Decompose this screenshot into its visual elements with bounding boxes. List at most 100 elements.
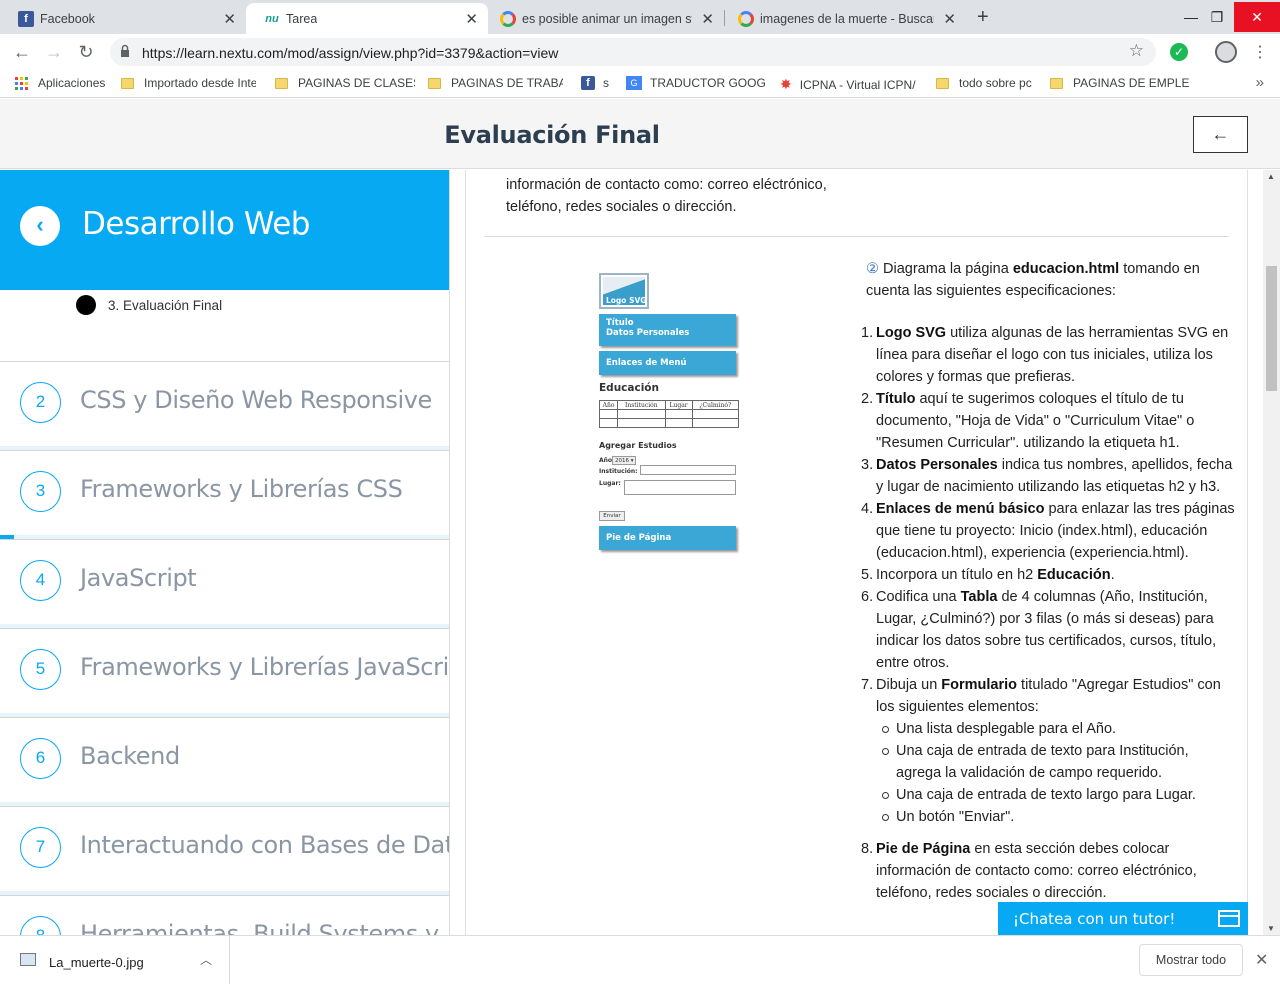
facebook-icon: f xyxy=(581,76,595,90)
tab-title: es posible animar un imagen svg xyxy=(522,11,692,26)
module-item[interactable]: 5 Frameworks y Librerías JavaScript xyxy=(0,628,449,719)
list-item: 3. Datos Personales indica tus nombres, a… xyxy=(861,457,1233,495)
bookmark-apps[interactable]: Aplicaciones xyxy=(15,76,115,90)
folder-icon xyxy=(121,77,134,89)
list-item: 8. Pie de Página en esta sección debes co… xyxy=(861,841,1197,901)
module-item[interactable]: 7 Interactuando con Bases de Datos xyxy=(0,806,450,897)
tab-facebook[interactable]: f Facebook ✕ xyxy=(0,3,246,34)
course-header: ‹ Desarrollo Web xyxy=(0,170,449,290)
chevron-more-icon[interactable]: » xyxy=(1256,74,1264,91)
download-item[interactable]: La_muerte-0.jpg ︿ xyxy=(0,936,230,984)
tab-tarea[interactable]: nu Tarea ✕ xyxy=(246,3,488,34)
module-item[interactable]: 3 Frameworks y Librerías CSS xyxy=(0,450,449,541)
bookmark-facebook[interactable]: f s xyxy=(581,76,616,90)
module-number-badge: 8 xyxy=(20,916,61,935)
module-name: Frameworks y Librerías CSS xyxy=(80,475,403,503)
reload-icon[interactable]: ↻ xyxy=(74,40,98,64)
scroll-down-icon[interactable]: ▼ xyxy=(1267,924,1275,933)
address-bar[interactable]: https://learn.nextu.com/mod/assign/view.… xyxy=(110,38,1156,66)
folder-icon xyxy=(1050,77,1063,89)
module-number-badge: 7 xyxy=(20,827,61,868)
module-item[interactable]: 2 CSS y Diseño Web Responsive xyxy=(0,361,449,452)
lock-icon xyxy=(121,44,129,57)
browser-toolbar: ← → ↻ https://learn.nextu.com/mod/assign… xyxy=(0,34,1280,70)
new-tab-button[interactable]: + xyxy=(977,6,989,29)
url-text: https://learn.nextu.com/mod/assign/view.… xyxy=(142,45,559,61)
close-icon[interactable]: ✕ xyxy=(1255,950,1268,970)
image-file-icon xyxy=(20,953,36,966)
tab-title: Facebook xyxy=(40,11,95,26)
chevron-up-icon[interactable]: ︿ xyxy=(200,951,212,968)
bookmark-folder[interactable]: PAGINAS DE EMPLEO xyxy=(1050,76,1190,90)
sub-list-item: Un botón "Enviar". xyxy=(882,806,1236,828)
back-arrow-icon[interactable]: ← xyxy=(10,40,34,64)
module-name: Interactuando con Bases de Datos xyxy=(80,831,450,859)
chat-label: ¡Chatea con un tutor! xyxy=(1013,910,1176,928)
diagram-label: Institución: xyxy=(599,468,638,475)
list-item: 6. Codifica una Tabla de 4 columnas (Año,… xyxy=(861,589,1217,671)
window-close-button[interactable]: ✕ xyxy=(1234,2,1280,32)
bookmark-folder[interactable]: todo sobre pc xyxy=(936,76,1046,90)
close-icon[interactable]: ✕ xyxy=(223,10,236,28)
back-button[interactable]: ← xyxy=(1193,116,1248,153)
diagram-logo: Logo SVG xyxy=(599,273,649,309)
nu-icon: nu xyxy=(265,13,279,25)
lesson-label: 3. Evaluación Final xyxy=(108,297,223,313)
module-number-badge: 4 xyxy=(20,560,61,601)
course-sidebar: ‹ Desarrollo Web 3. Evaluación Final 2 CS… xyxy=(0,170,450,935)
module-number-badge: 3 xyxy=(20,471,61,512)
page-title: Evaluación Final xyxy=(444,121,660,149)
bookmark-star-icon[interactable]: ☆ xyxy=(1129,41,1144,61)
star-logo-icon: ✸ xyxy=(780,76,792,92)
close-icon[interactable]: ✕ xyxy=(701,10,714,28)
page-header: Evaluación Final ← xyxy=(0,99,1280,169)
diagram-label: Lugar: xyxy=(599,480,621,487)
extension-check-icon[interactable]: ✓ xyxy=(1170,43,1188,61)
show-all-button[interactable]: Mostrar todo xyxy=(1139,944,1243,976)
profile-avatar[interactable] xyxy=(1215,41,1237,63)
instructions-intro: ② Diagrama la página educacion.html toma… xyxy=(866,261,1200,299)
instructions-list: 1. Logo SVG utiliza algunas de las herram… xyxy=(861,322,1236,904)
diagram-year-select: 2016 ▾ xyxy=(612,456,636,465)
diagram-form-title: Agregar Estudios xyxy=(599,441,677,450)
translate-icon: G xyxy=(626,76,642,90)
bookmark-translator[interactable]: G TRADUCTOR GOOGL xyxy=(626,76,766,90)
browser-menu-icon[interactable]: ⋮ xyxy=(1252,42,1268,62)
wireframe-diagram: Logo SVG Título Datos Personales Enlaces… xyxy=(596,270,756,570)
list-item: 4. Enlaces de menú básico para enlazar la… xyxy=(861,501,1235,561)
main-content: información de contacto como: correo elé… xyxy=(451,170,1263,935)
current-lesson[interactable]: 3. Evaluación Final xyxy=(76,290,222,320)
module-name: CSS y Diseño Web Responsive xyxy=(80,386,432,414)
diagram-menu-box: Enlaces de Menú xyxy=(599,351,736,375)
forward-arrow-icon[interactable]: → xyxy=(42,40,66,64)
diagram-send-button: Enviar xyxy=(599,511,625,521)
scrollbar-thumb[interactable] xyxy=(1266,266,1277,391)
sub-list: Una lista desplegable para el Año. Una c… xyxy=(876,718,1236,828)
assignment-body: información de contacto como: correo elé… xyxy=(465,170,1248,935)
module-number-badge: 5 xyxy=(20,649,61,690)
circled-number: ② xyxy=(866,261,879,277)
module-item[interactable]: 6 Backend xyxy=(0,717,449,808)
tab-svg-search[interactable]: es posible animar un imagen svg ✕ xyxy=(482,3,724,34)
bookmark-icpna[interactable]: ✸ ICPNA - Virtual ICPN/ xyxy=(780,76,920,93)
chevron-left-icon[interactable]: ‹ xyxy=(20,206,60,246)
scroll-up-icon[interactable]: ▲ xyxy=(1267,172,1275,181)
facebook-icon: f xyxy=(18,11,34,27)
close-icon[interactable]: ✕ xyxy=(943,10,956,28)
tab-muerte-search[interactable]: imagenes de la muerte - Buscar c ✕ xyxy=(720,3,966,34)
folder-icon xyxy=(936,77,949,89)
diagram-footer-box: Pie de Página xyxy=(599,526,736,550)
module-item[interactable]: 4 JavaScript xyxy=(0,539,449,630)
chat-with-tutor-button[interactable]: ¡Chatea con un tutor! xyxy=(998,902,1248,935)
module-item[interactable]: 8 Herramientas, Build Systems y xyxy=(0,895,449,935)
module-name: Backend xyxy=(80,742,180,770)
bookmark-folder[interactable]: Importado desde Inte xyxy=(121,76,256,90)
close-icon[interactable]: ✕ xyxy=(465,10,478,28)
list-item: 5. Incorpora un título en h2 Educación. xyxy=(861,567,1115,583)
folder-icon xyxy=(428,77,441,89)
list-item: 1. Logo SVG utiliza algunas de las herram… xyxy=(861,325,1229,385)
bookmarks-bar: Aplicaciones Importado desde Inte PAGINA… xyxy=(0,70,1280,98)
bookmark-folder[interactable]: PAGINAS DE TRABAJ xyxy=(428,76,563,90)
page-scrollbar[interactable]: ▲ ▼ xyxy=(1263,170,1280,935)
bookmark-folder[interactable]: PAGINAS DE CLASES xyxy=(275,76,415,90)
